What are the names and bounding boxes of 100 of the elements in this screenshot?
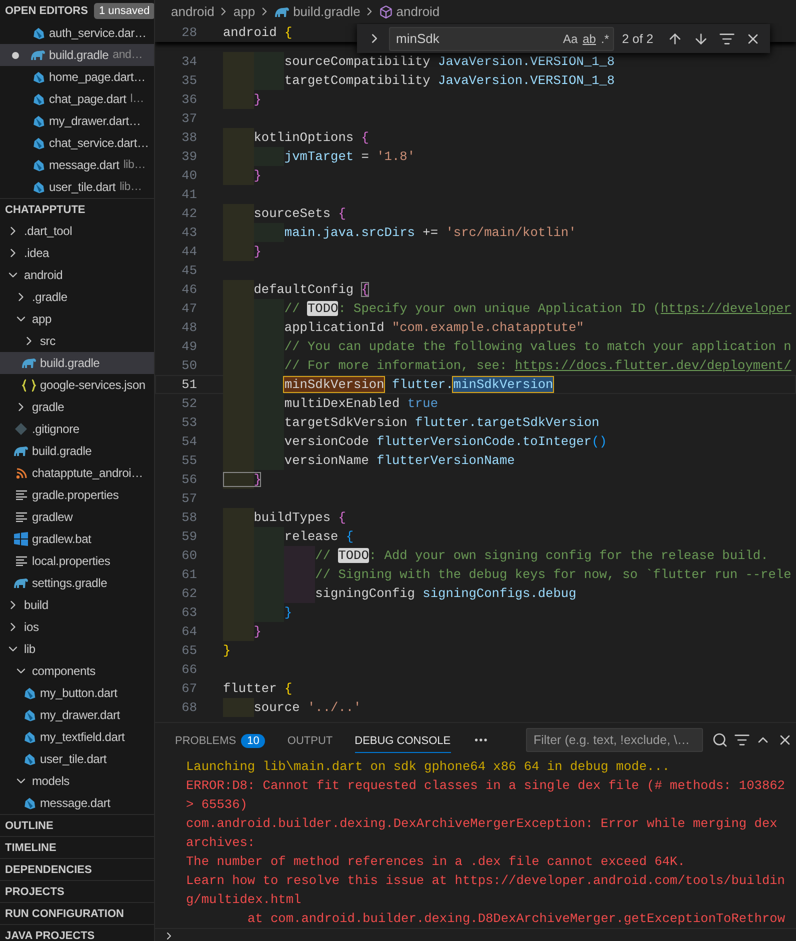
- section-title[interactable]: OPEN EDITORS: [5, 5, 88, 17]
- option-toggle[interactable]: ab: [582, 32, 596, 46]
- code-line: }: [223, 603, 292, 622]
- line-number: 58: [180, 510, 197, 525]
- folder-item[interactable]: components: [0, 660, 154, 682]
- folder-item[interactable]: lib: [0, 638, 154, 660]
- file-item[interactable]: chatapptute_androi…: [0, 462, 154, 484]
- console-line: com.android.builder.dexing.DexArchiveMergerException: Error while merging dex archives:: [186, 815, 778, 852]
- section-title[interactable]: JAVA PROJECTS: [5, 930, 95, 941]
- file-item[interactable]: user_tile.dart: [0, 748, 154, 770]
- line-number: 66: [180, 662, 197, 677]
- file-item[interactable]: gradlew.bat: [0, 528, 154, 550]
- file-item[interactable]: message.dart: [0, 792, 154, 814]
- folder-item[interactable]: gradle: [0, 396, 154, 418]
- file-item[interactable]: build.gradle: [0, 440, 154, 462]
- code-line: applicationId "com.example.chatapptute": [223, 318, 584, 337]
- code-line: multiDexEnabled true: [223, 394, 438, 413]
- code-line: // You can update the following values to match your application n: [223, 337, 792, 356]
- file-item[interactable]: google-services.json: [0, 374, 154, 396]
- line-number: 46: [180, 282, 197, 297]
- section-title[interactable]: CHATAPPTUTE: [5, 204, 86, 216]
- line-number: 45: [180, 263, 197, 278]
- count-badge: 10: [241, 734, 266, 748]
- folder-item[interactable]: .dart_tool: [0, 220, 154, 242]
- line-number: 67: [180, 681, 197, 696]
- find-field[interactable]: minSdk Aa ab .*: [389, 26, 614, 50]
- line-number: 63: [180, 605, 197, 620]
- file-item[interactable]: my_drawer.dart: [0, 704, 154, 726]
- breadcrumb-item[interactable]: android: [379, 4, 440, 19]
- folder-item[interactable]: android: [0, 264, 154, 286]
- open-editor-item[interactable]: message.dart lib…: [0, 154, 154, 176]
- section-title[interactable]: DEPENDENCIES: [5, 864, 92, 876]
- section-title[interactable]: PROJECTS: [5, 886, 64, 898]
- open-editor-item[interactable]: auth_service.dar…: [0, 22, 154, 44]
- folder-item[interactable]: models: [0, 770, 154, 792]
- open-editor-item[interactable]: build.gradle and…: [0, 44, 154, 66]
- code-line: // Signing with the debug keys for now, so `flutter run --rele: [223, 565, 792, 584]
- file-item[interactable]: local.properties: [0, 550, 154, 572]
- file-item[interactable]: my_button.dart: [0, 682, 154, 704]
- line-number: 43: [180, 225, 197, 240]
- folder-item[interactable]: .idea: [0, 242, 154, 264]
- file-item[interactable]: .gitignore: [0, 418, 154, 440]
- option-toggle[interactable]: Aa: [562, 32, 578, 46]
- open-editor-item[interactable]: my_drawer.dart…: [0, 110, 154, 132]
- code-line: kotlinOptions {: [223, 128, 369, 147]
- folder-item[interactable]: ios: [0, 616, 154, 638]
- section-title[interactable]: OUTLINE: [5, 820, 54, 832]
- console-line: The number of method references in a .dex file cannot exceed 64K.: [186, 853, 686, 871]
- folder-item[interactable]: .gradle: [0, 286, 154, 308]
- line-number: 54: [180, 434, 197, 449]
- code-line: // TODO: Specify your own unique Application ID (https://developer: [223, 299, 792, 318]
- folder-item[interactable]: app: [0, 308, 154, 330]
- panel-tab[interactable]: DEBUG CONSOLE: [354, 728, 451, 752]
- open-editor-item[interactable]: chat_service.dart…: [0, 132, 154, 154]
- line-number: 49: [180, 339, 197, 354]
- line-number: 57: [180, 491, 197, 506]
- option-toggle[interactable]: .*: [600, 32, 609, 46]
- open-editor-item[interactable]: user_tile.dart lib…: [0, 176, 154, 198]
- line-number: 44: [180, 244, 197, 259]
- panel-tab[interactable]: OUTPUT: [287, 728, 333, 752]
- line-number: 65: [180, 643, 197, 658]
- folder-item[interactable]: src: [0, 330, 154, 352]
- file-item[interactable]: build.gradle: [0, 352, 154, 374]
- unsaved-badge: 1 unsaved: [94, 3, 154, 19]
- filter-field[interactable]: Filter (e.g. text, !exclude, \…: [526, 728, 703, 752]
- code-line: targetCompatibility JavaVersion.VERSION_1_8: [223, 71, 615, 90]
- file-item[interactable]: gradlew: [0, 506, 154, 528]
- code-line: }: [223, 470, 262, 489]
- line-number: 48: [180, 320, 197, 335]
- file-item[interactable]: settings.gradle: [0, 572, 154, 594]
- section-title[interactable]: RUN CONFIGURATION: [5, 908, 124, 920]
- line-number: 56: [180, 472, 197, 487]
- line-number: 68: [180, 700, 197, 715]
- line-number: 35: [180, 73, 197, 88]
- code-line: release {: [223, 527, 354, 546]
- code-line: sourceCompatibility JavaVersion.VERSION_1_8: [223, 52, 615, 71]
- line-number: 41: [180, 187, 197, 202]
- code-line: }: [223, 242, 262, 261]
- folder-item[interactable]: build: [0, 594, 154, 616]
- open-editor-item[interactable]: chat_page.dart l…: [0, 88, 154, 110]
- panel-tab[interactable]: PROBLEMS 10: [175, 726, 266, 754]
- line-number: 50: [180, 358, 197, 373]
- code-line: flutter {: [223, 680, 292, 698]
- breadcrumb-item[interactable]: build.gradle: [274, 4, 360, 19]
- line-number: 55: [180, 453, 197, 468]
- file-item[interactable]: gradle.properties: [0, 484, 154, 506]
- line-number: 40: [180, 168, 197, 183]
- open-editor-item[interactable]: home_page.dart…: [0, 66, 154, 88]
- match-count: 2 of 2: [622, 32, 654, 46]
- section-title[interactable]: TIMELINE: [5, 842, 56, 854]
- code-line: // TODO: Add your own signing config for the release build.: [223, 546, 768, 565]
- file-item[interactable]: my_textfield.dart: [0, 726, 154, 748]
- line-number: 59: [180, 529, 197, 544]
- breadcrumb-item[interactable]: android: [171, 4, 214, 19]
- code-line: buildTypes {: [223, 508, 346, 527]
- line-number: 34: [180, 54, 197, 69]
- code-line: targetSdkVersion flutter.targetSdkVersion: [223, 413, 600, 432]
- line-number: 64: [180, 624, 197, 639]
- code-line: }: [223, 166, 262, 185]
- breadcrumb-item[interactable]: app: [233, 4, 256, 19]
